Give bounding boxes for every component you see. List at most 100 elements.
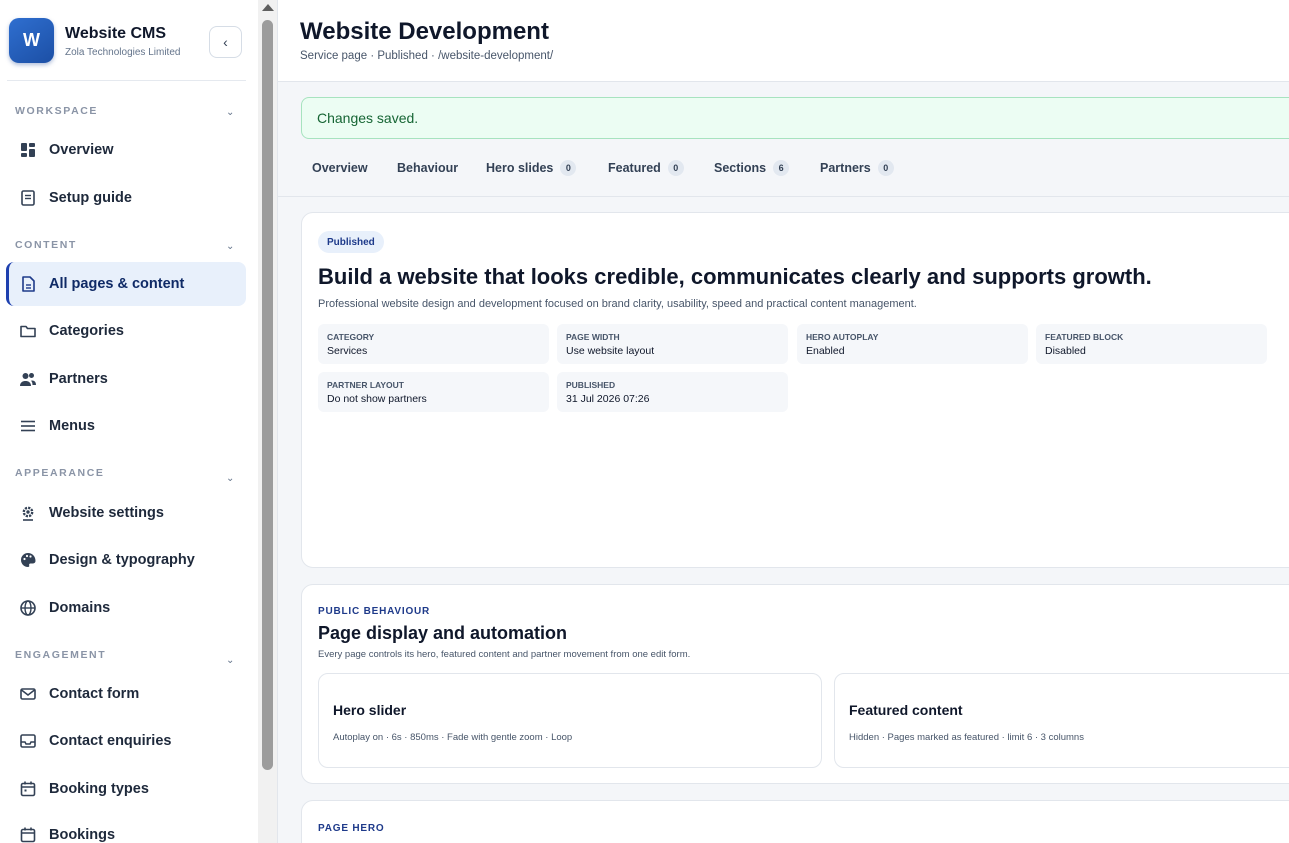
scrollbar-thumb[interactable] [262, 20, 273, 770]
tab-behaviour[interactable]: Behaviour [397, 152, 458, 184]
sidebar-item-all-pages[interactable]: All pages & content [6, 262, 246, 306]
sidebar-item-overview[interactable]: Overview [6, 128, 246, 172]
public-behaviour-card: PUBLIC BEHAVIOUR Page display and automa… [301, 584, 1289, 784]
hero-title: Build a website that looks credible, com… [318, 264, 1152, 289]
count-badge: 0 [560, 160, 577, 176]
field-value: 31 Jul 2026 07:26 [566, 393, 650, 405]
tab-partners[interactable]: Partners 0 [820, 152, 894, 184]
sidebar-item-menus[interactable]: Menus [6, 404, 246, 448]
divider [7, 80, 246, 81]
field-value: Do not show partners [327, 393, 427, 405]
chevron-down-icon[interactable]: ⌄ [226, 655, 234, 666]
section-title: Page display and automation [318, 623, 568, 643]
field-value: Use website layout [566, 345, 655, 357]
chevron-down-icon[interactable]: ⌄ [226, 473, 234, 484]
count-badge: 0 [667, 160, 684, 176]
sidebar-item-categories[interactable]: Categories [6, 309, 246, 353]
sidebar-item-label: Contact enquiries [49, 733, 172, 749]
block-summary: Hidden · Pages marked as featured · limi… [849, 732, 1084, 743]
sidebar-item-label: Design & typography [49, 552, 195, 568]
brand-company: Zola Technologies Limited [65, 47, 181, 58]
sidebar-item-setup-guide[interactable]: Setup guide [6, 176, 246, 220]
dashboard-icon [21, 143, 35, 157]
block-title: Hero slider [333, 702, 407, 718]
block-title: Featured content [849, 702, 963, 718]
sidebar-item-label: Contact form [49, 686, 140, 702]
section-description: Every page controls its hero, featured c… [318, 649, 691, 660]
field-page-width: PAGE WIDTH Use website layout [557, 324, 788, 364]
field-hero-autoplay: HERO AUTOPLAY Enabled [797, 324, 1028, 364]
tab-label: Overview [312, 161, 368, 175]
palette-icon [21, 553, 36, 567]
sidebar-item-bookings[interactable]: Bookings [6, 813, 246, 843]
section-label-engagement: ENGAGEMENT [15, 649, 107, 661]
sidebar-item-booking-types[interactable]: Booking types [6, 767, 246, 811]
page-header: Website Development Service page · Publi… [278, 0, 1289, 82]
calendar-check-icon [20, 827, 36, 843]
guide-icon [21, 190, 35, 206]
gear-icon [22, 506, 34, 521]
sidebar-item-label: Categories [49, 323, 124, 339]
sidebar-item-label: Booking types [49, 781, 149, 797]
sidebar-scrollbar[interactable] [258, 0, 277, 843]
tab-label: Sections [714, 161, 767, 175]
sidebar-item-label: Domains [49, 600, 111, 616]
hero-slider-block[interactable]: Hero slider Autoplay on · 6s · 850ms · F… [318, 673, 822, 768]
field-value: Services [327, 345, 368, 357]
tab-label: Partners [820, 161, 871, 175]
brand-name: Website CMS [65, 25, 167, 42]
sidebar-item-partners[interactable]: Partners [6, 357, 246, 401]
main-content: Website Development Service page · Publi… [278, 0, 1289, 843]
section-eyebrow: PAGE HERO [318, 823, 385, 834]
section-label-workspace: WORKSPACE [15, 105, 99, 117]
tab-sections[interactable]: Sections 6 [714, 152, 790, 184]
sidebar-item-label: All pages & content [49, 276, 185, 292]
collapse-sidebar-button[interactable]: ‹ [209, 26, 242, 58]
count-badge: 0 [877, 160, 894, 176]
sidebar-item-contact-form[interactable]: Contact form [6, 672, 246, 716]
field-label: HERO AUTOPLAY [806, 332, 879, 342]
tab-label: Behaviour [397, 161, 459, 175]
sidebar-item-label: Partners [49, 371, 108, 387]
hero-description: Professional website design and developm… [318, 298, 917, 310]
section-eyebrow: PUBLIC BEHAVIOUR [318, 606, 431, 617]
calendar-icon [20, 781, 36, 797]
page-summary-card: Published Build a website that looks cre… [301, 212, 1289, 568]
chevron-left-icon: ‹ [223, 34, 228, 50]
success-alert: Changes saved. [301, 97, 1289, 139]
sidebar-item-design-typography[interactable]: Design & typography [6, 538, 246, 582]
globe-icon [20, 600, 36, 616]
status-badge: Published [318, 231, 384, 253]
sidebar-item-domains[interactable]: Domains [6, 586, 246, 630]
sidebar-item-website-settings[interactable]: Website settings [6, 491, 246, 535]
field-label: CATEGORY [327, 332, 375, 342]
section-label-appearance: APPEARANCE [15, 467, 105, 479]
field-category: CATEGORY Services [318, 324, 549, 364]
page-meta: Service page · Published · /website-deve… [300, 50, 554, 62]
divider [278, 196, 1289, 197]
tab-hero-slides[interactable]: Hero slides 0 [486, 152, 577, 184]
chevron-down-icon[interactable]: ⌄ [226, 107, 234, 118]
field-featured-block: FEATURED BLOCK Disabled [1036, 324, 1267, 364]
sidebar: W Website CMS Zola Technologies Limited … [0, 0, 258, 843]
inbox-icon [20, 734, 36, 748]
page-title: Website Development [300, 18, 549, 45]
field-label: PAGE WIDTH [566, 332, 620, 342]
featured-content-block[interactable]: Featured content Hidden · Pages marked a… [834, 673, 1289, 768]
tab-featured[interactable]: Featured 0 [608, 152, 684, 184]
sidebar-item-label: Website settings [49, 505, 164, 521]
section-label-content: CONTENT [15, 239, 77, 251]
scroll-up-arrow-icon[interactable] [262, 4, 274, 11]
chevron-down-icon[interactable]: ⌄ [226, 241, 234, 252]
sidebar-item-label: Bookings [49, 827, 116, 843]
alert-text: Changes saved. [317, 110, 419, 126]
mail-icon [20, 688, 36, 700]
sidebar-item-contact-enquiries[interactable]: Contact enquiries [6, 719, 246, 763]
count-badge: 6 [773, 160, 790, 176]
page-hero-card: PAGE HERO [301, 800, 1289, 843]
tab-overview[interactable]: Overview [312, 152, 368, 184]
document-icon [22, 276, 35, 292]
field-label: PUBLISHED [566, 380, 616, 390]
field-published: PUBLISHED 31 Jul 2026 07:26 [557, 372, 788, 412]
sidebar-item-label: Overview [49, 142, 114, 158]
